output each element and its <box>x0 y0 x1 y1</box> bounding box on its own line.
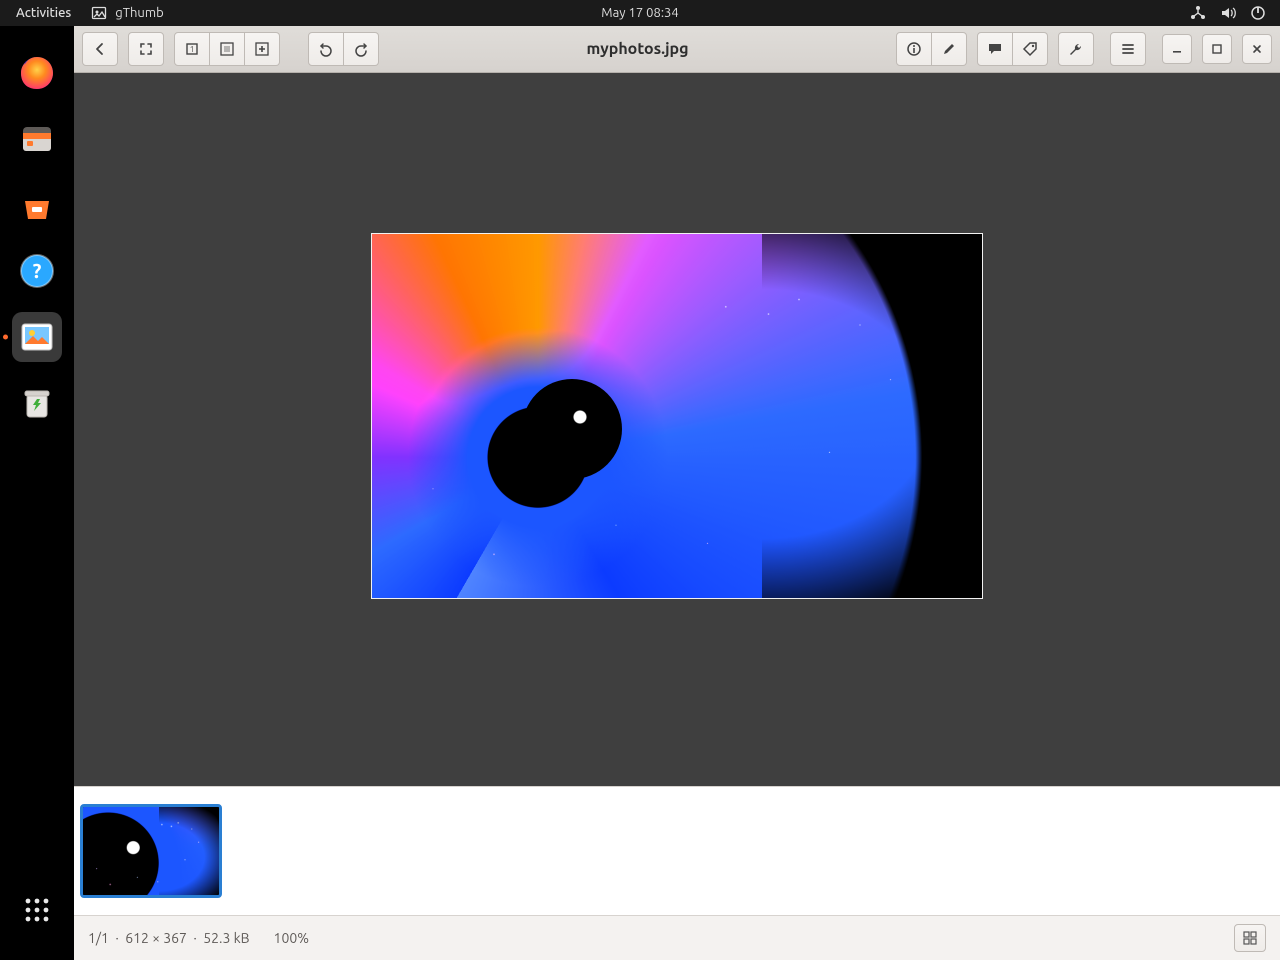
status-dimensions: 612 × 367 <box>125 930 187 946</box>
gnome-top-bar: Activities gThumb May 17 08:34 <box>0 0 1280 26</box>
info-edit-group <box>896 32 967 66</box>
zoom-in-button[interactable] <box>245 32 280 66</box>
properties-button[interactable] <box>896 32 932 66</box>
hamburger-menu-button[interactable] <box>1110 32 1146 66</box>
app-menu[interactable]: gThumb <box>91 5 163 21</box>
dock-item-files[interactable] <box>12 114 62 164</box>
zoom-group: 1 <box>174 32 280 66</box>
activities-button[interactable]: Activities <box>0 6 87 20</box>
info-icon <box>906 41 922 57</box>
dock-item-help[interactable]: ? <box>12 246 62 296</box>
fullscreen-icon <box>138 41 154 57</box>
svg-text:1: 1 <box>190 45 195 54</box>
dock-item-firefox[interactable] <box>12 48 62 98</box>
power-icon <box>1250 5 1266 21</box>
rotate-left-button[interactable] <box>308 32 344 66</box>
system-tray[interactable] <box>1190 5 1280 21</box>
thumbnail-grid-toggle[interactable] <box>1234 924 1266 952</box>
maximize-button[interactable] <box>1202 34 1232 64</box>
zoom-100-button[interactable]: 1 <box>174 32 210 66</box>
gthumb-icon <box>17 317 57 357</box>
close-button[interactable] <box>1242 34 1272 64</box>
status-bar: 1/1 · 612 × 367 · 52.3 kB 100% <box>74 915 1280 960</box>
svg-text:?: ? <box>33 259 42 282</box>
dock: ? <box>0 26 74 960</box>
maximize-icon <box>1211 43 1223 55</box>
image-content <box>372 234 982 598</box>
app-menu-label: gThumb <box>115 6 163 20</box>
status-filesize: 52.3 kB <box>203 930 249 946</box>
firefox-icon <box>17 53 57 93</box>
fullscreen-button[interactable] <box>128 32 164 66</box>
gthumb-window: 1 myphotos.jpg <box>74 26 1280 960</box>
plus-icon <box>254 41 270 57</box>
network-icon <box>1190 5 1206 21</box>
rotate-right-icon <box>353 41 369 57</box>
software-icon <box>17 185 57 225</box>
tags-button[interactable] <box>1013 32 1048 66</box>
chevron-left-icon <box>92 41 108 57</box>
pencil-icon <box>941 41 957 57</box>
rotate-right-button[interactable] <box>344 32 379 66</box>
wrench-icon <box>1068 41 1084 57</box>
image-viewer[interactable] <box>74 73 1280 786</box>
zoom-100-icon: 1 <box>184 41 200 57</box>
grid-icon <box>1243 931 1257 945</box>
tools-button[interactable] <box>1058 32 1094 66</box>
status-zoom: 100% <box>274 930 309 946</box>
rotate-left-icon <box>318 41 334 57</box>
close-icon <box>1251 43 1263 55</box>
gthumb-menu-icon <box>91 5 107 21</box>
status-text: 1/1 · 612 × 367 · 52.3 kB <box>88 930 250 946</box>
thumbnail-selected[interactable] <box>80 804 222 898</box>
window-controls <box>1162 34 1272 64</box>
apps-grid-icon <box>23 896 51 924</box>
zoom-fit-icon <box>219 41 235 57</box>
meta-group <box>977 32 1048 66</box>
clock[interactable]: May 17 08:34 <box>601 6 678 20</box>
minimize-button[interactable] <box>1162 34 1192 64</box>
minimize-icon <box>1171 43 1183 55</box>
dock-item-trash[interactable] <box>12 378 62 428</box>
trash-icon <box>17 383 57 423</box>
status-index: 1/1 <box>88 930 109 946</box>
back-button[interactable] <box>82 32 118 66</box>
volume-icon <box>1220 5 1236 21</box>
rotate-group <box>308 32 379 66</box>
files-icon <box>17 119 57 159</box>
hamburger-icon <box>1120 41 1136 57</box>
comment-button[interactable] <box>977 32 1013 66</box>
window-title: myphotos.jpg <box>389 40 886 58</box>
thumbnail-strip <box>74 786 1280 915</box>
help-icon: ? <box>17 251 57 291</box>
image-frame <box>371 233 983 599</box>
show-applications-button[interactable] <box>17 890 57 930</box>
zoom-fit-button[interactable] <box>210 32 245 66</box>
tag-icon <box>1022 41 1038 57</box>
dock-item-gthumb[interactable] <box>12 312 62 362</box>
edit-button[interactable] <box>932 32 967 66</box>
dock-item-software[interactable] <box>12 180 62 230</box>
headerbar: 1 myphotos.jpg <box>74 26 1280 73</box>
comment-icon <box>987 41 1003 57</box>
